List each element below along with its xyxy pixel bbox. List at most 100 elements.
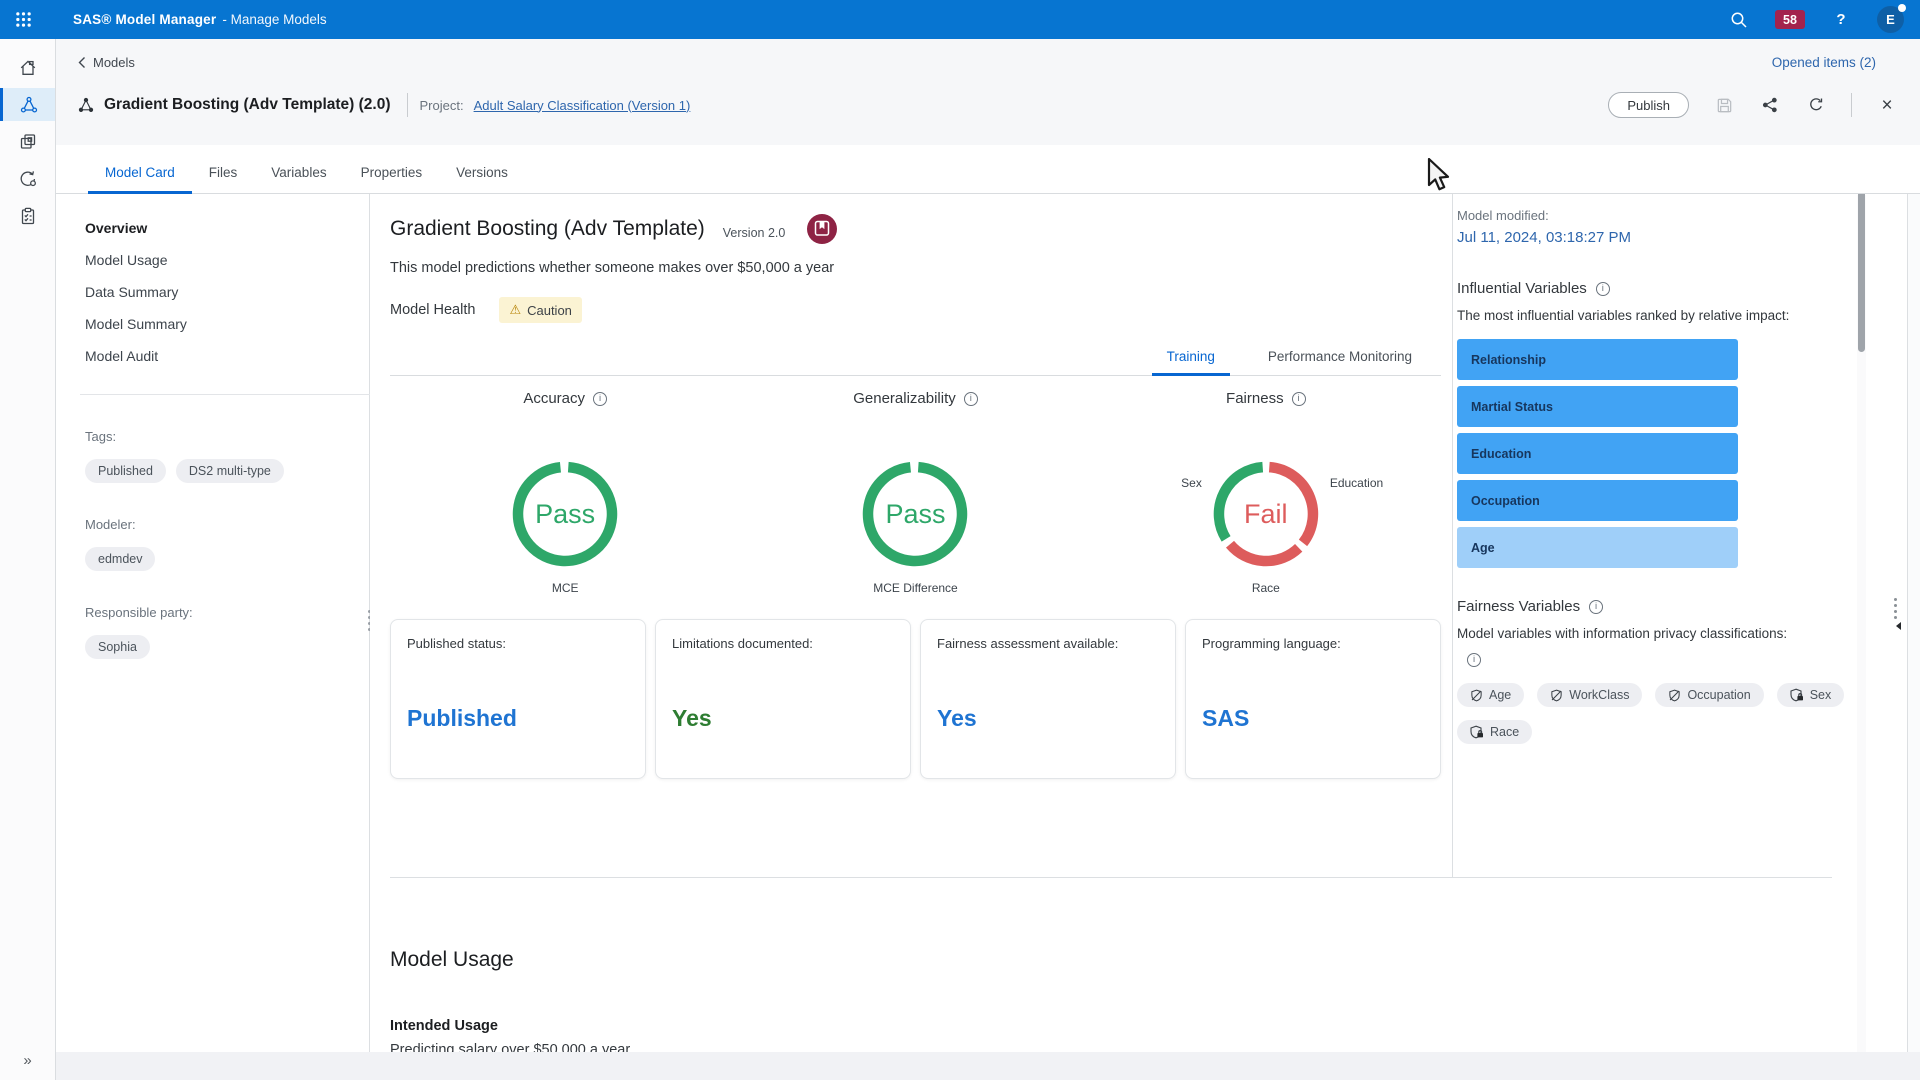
champion-badge (807, 214, 838, 244)
gauge-title-row: Fairness i (1226, 390, 1306, 407)
fairness-pill-occupation[interactable]: Occupation (1655, 683, 1764, 707)
help-button[interactable]: ? (1829, 8, 1853, 32)
tab-properties[interactable]: Properties (344, 165, 440, 194)
fairness-metric-label: Race (1251, 581, 1280, 595)
refresh-button[interactable] (1805, 94, 1827, 116)
info-icon[interactable]: i (593, 391, 607, 406)
fairness-segment-label-sex: Sex (1181, 476, 1202, 490)
health-status-badge: ⚠ Caution (499, 297, 582, 323)
card-value: Published (407, 705, 517, 731)
shield-lock-icon (1470, 725, 1483, 739)
fairness-pill-sex[interactable]: Sex (1776, 683, 1845, 707)
rail-lineage-button[interactable] (0, 162, 55, 195)
tab-variables[interactable]: Variables (254, 165, 343, 194)
project-label: Project: (419, 97, 464, 113)
app-launcher-button[interactable] (0, 0, 46, 39)
shield-slash-icon (1669, 689, 1681, 701)
tab-files[interactable]: Files (192, 165, 255, 194)
close-button[interactable]: × (1876, 94, 1898, 116)
sidebar-item-data-summary[interactable]: Data Summary (85, 276, 354, 308)
fairness-variables-list: Age WorkClass Occupation Sex Race (1457, 683, 1855, 744)
fairness-segment-label-education: Education (1329, 476, 1384, 490)
app-name: - Manage Models (222, 12, 327, 27)
opened-items-link[interactable]: Opened items (2) (1772, 55, 1876, 70)
rail-expand-button[interactable]: » (0, 1046, 55, 1074)
breadcrumb[interactable]: Models (78, 55, 135, 70)
splitter-drag-handle[interactable] (1894, 598, 1897, 619)
gauge-accuracy: Accuracy i Pass MCE (390, 390, 740, 595)
project-link[interactable]: Adult Salary Classification (Version 1) (474, 98, 691, 113)
search-icon (1731, 12, 1747, 28)
expand-icon: » (23, 1051, 32, 1069)
gauge-generalizability: Generalizability i Pass MCE Difference (740, 390, 1090, 595)
tag-pill[interactable]: DS2 multi-type (175, 459, 284, 483)
sidebar-item-model-summary[interactable]: Model Summary (85, 308, 354, 340)
models-icon (20, 96, 38, 113)
shield-slash-icon (1471, 689, 1482, 701)
collapsed-right-panel[interactable] (1907, 194, 1920, 1052)
model-modified-value[interactable]: Jul 11, 2024, 03:18:27 PM (1457, 229, 1855, 246)
scrollbar-thumb[interactable] (1858, 190, 1865, 352)
card-programming-language: Programming language: SAS (1185, 619, 1441, 779)
publish-button[interactable]: Publish (1608, 92, 1689, 118)
rail-tasks-button[interactable] (0, 199, 55, 232)
stat-cards-row: Published status: Published Limitations … (390, 619, 1441, 779)
info-icon[interactable]: i (1291, 391, 1306, 406)
user-avatar[interactable]: E (1877, 4, 1906, 33)
fairness-pill-age[interactable]: Age (1457, 683, 1525, 707)
object-header: Models Opened items (2) Gradient Boostin… (56, 39, 1920, 145)
modeler-pill[interactable]: edmdev (85, 547, 156, 571)
panel-collapse-arrow-icon[interactable] (1896, 622, 1901, 630)
influential-variables-chart: Relationship Martial Status Education Oc… (1457, 339, 1855, 568)
subtab-performance-monitoring[interactable]: Performance Monitoring (1253, 349, 1427, 376)
subtab-training[interactable]: Training (1151, 349, 1230, 376)
notification-badge[interactable]: 58 (1775, 10, 1805, 29)
share-icon (1762, 97, 1777, 113)
modeler-label: Modeler: (85, 517, 136, 532)
rail-home-button[interactable] (0, 51, 55, 84)
fairness-pill-workclass[interactable]: WorkClass (1537, 683, 1643, 707)
divider (1851, 93, 1852, 117)
tab-model-card[interactable]: Model Card (88, 165, 192, 194)
tag-pill[interactable]: Published (85, 459, 166, 483)
fairness-result: Fail (1244, 498, 1288, 529)
gauges-row: Accuracy i Pass MCE Generalizability i P… (390, 390, 1441, 595)
search-button[interactable] (1727, 8, 1751, 32)
warning-icon: ⚠ (509, 302, 522, 317)
model-health-row: Model Health ⚠ Caution (390, 297, 1441, 323)
sidebar-item-model-usage[interactable]: Model Usage (85, 244, 354, 276)
intended-usage-heading: Intended Usage (390, 1018, 498, 1034)
card-value: SAS (1202, 705, 1250, 731)
model-description: This model predictions whether someone m… (390, 260, 835, 276)
info-icon[interactable]: i (1595, 281, 1610, 296)
modeler-list: edmdev (85, 547, 354, 571)
fairness-pill-race[interactable]: Race (1457, 720, 1533, 744)
sidebar-item-overview[interactable]: Overview (85, 212, 354, 244)
accuracy-result: Pass (535, 498, 596, 529)
sidebar-item-model-audit[interactable]: Model Audit (85, 340, 354, 372)
status-dot (1898, 4, 1906, 12)
info-icon[interactable]: i (1589, 599, 1604, 614)
rail-projects-button[interactable] (0, 125, 55, 158)
save-button[interactable] (1713, 94, 1735, 116)
object-tabs: Model Card Files Variables Properties Ve… (56, 145, 1920, 194)
info-icon[interactable]: i (963, 391, 978, 406)
model-card-sidebar: Overview Model Usage Data Summary Model … (56, 194, 376, 1052)
breadcrumb-label: Models (93, 54, 135, 70)
accuracy-ring: Pass (510, 459, 620, 569)
fairness-pill-label: Race (1490, 725, 1520, 739)
tasks-icon (21, 207, 34, 224)
shield-lock-icon (1790, 688, 1803, 702)
share-button[interactable] (1759, 94, 1781, 116)
rail-models-button[interactable] (0, 88, 55, 121)
influential-variables-title-row: Influential Variables i (1457, 280, 1855, 297)
close-icon: × (1881, 94, 1893, 116)
responsible-pill[interactable]: Sophia (85, 635, 150, 659)
info-icon[interactable]: i (1467, 652, 1481, 667)
tab-versions[interactable]: Versions (439, 165, 525, 194)
accuracy-metric-label: MCE (551, 581, 579, 595)
fairness-pill-label: Occupation (1687, 688, 1751, 702)
page-title: Gradient Boosting (Adv Template) (2.0) (104, 96, 391, 113)
generalizability-result: Pass (885, 498, 946, 529)
influential-bar: Occupation (1457, 480, 1738, 521)
